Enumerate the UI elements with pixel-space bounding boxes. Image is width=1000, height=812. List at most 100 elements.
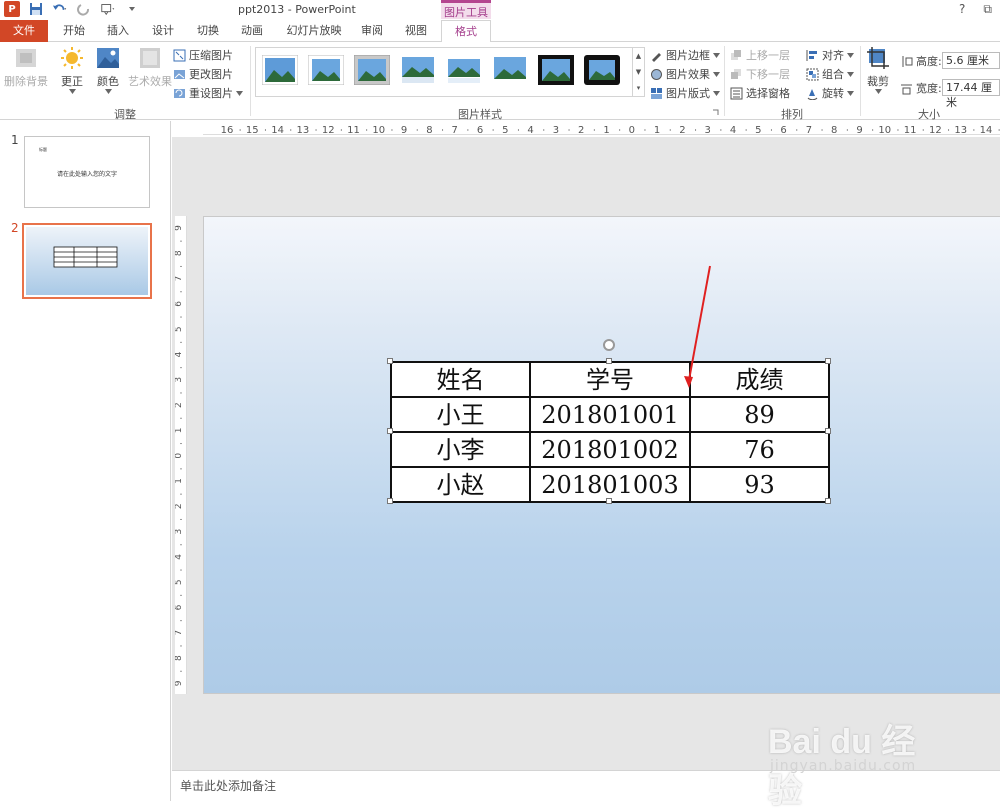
table-cell: 201801002 [529,431,691,468]
resize-handle-top-right[interactable] [825,358,831,364]
ruler-label: 14 [271,125,284,135]
picture-style-thumb[interactable] [492,55,528,85]
reset-picture-button[interactable]: 重设图片 [173,85,243,101]
color-button[interactable]: 颜色 [96,46,120,94]
ruler-label: 4 [527,125,533,135]
tab-review[interactable]: 审阅 [352,20,392,42]
more-icon[interactable]: ▾ [637,84,641,92]
redo-button[interactable] [76,1,92,17]
tab-view[interactable]: 视图 [396,20,436,42]
ruler-label: 9 [175,680,184,686]
tab-file[interactable]: 文件 [0,20,48,42]
restore-button[interactable]: ⧉ [983,2,992,17]
picture-style-thumb[interactable] [584,55,620,85]
selection-pane-button[interactable]: 选择窗格 [730,85,790,101]
remove-background-icon [16,49,36,67]
crop-button[interactable]: 裁剪 [866,46,890,94]
tab-transitions[interactable]: 切换 [187,20,229,42]
ruler-tick [593,129,595,131]
chevron-up-icon[interactable]: ▲ [636,52,641,60]
ruler-tick [669,129,671,131]
layout-icon [651,87,662,99]
corrections-button[interactable]: 更正 [60,46,84,94]
resize-handle-top[interactable] [606,358,612,364]
table-cell: 小王 [390,396,531,433]
ruler-tick [973,129,975,131]
slide-thumbnail-1[interactable]: 标题 请在此处输入您的文字 [24,136,150,208]
ruler-tick [180,367,182,369]
group-label-size: 大小 [918,108,940,121]
ruler-label: 10 [372,125,385,135]
vertical-ruler: 9 8 7 6 5 4 3 2 1 0 1 2 3 4 5 6 7 8 9 [174,216,187,698]
gallery-scroll[interactable]: ▲ ▼ ▾ [632,48,644,96]
picture-style-thumb[interactable] [446,55,482,85]
ruler-label: 5 [755,125,761,135]
remove-background-button[interactable]: 删除背景 [4,46,48,89]
ruler-label: 12 [929,125,942,135]
picture-styles-gallery[interactable]: ▲ ▼ ▾ [255,47,645,97]
change-picture-icon [174,69,185,79]
slide-thumbnail-2[interactable] [22,223,152,299]
ruler-label: 2 [679,125,685,135]
picture-style-thumb[interactable] [308,55,344,85]
rotation-handle[interactable] [603,339,615,351]
reset-picture-icon [174,88,185,98]
rotate-button[interactable]: 旋转 [806,85,854,101]
ruler-tick [619,129,621,131]
group-button[interactable]: 组合 [806,66,854,82]
save-button[interactable] [28,1,44,17]
table-cell: 76 [689,431,830,468]
vertical-ruler-marks: 9 8 7 6 5 4 3 2 1 0 1 2 3 4 5 6 7 8 9 [174,225,184,698]
help-button[interactable]: ? [959,2,965,17]
ruler-tick [180,620,182,622]
resize-handle-left[interactable] [387,428,393,434]
picture-effects-button[interactable]: 图片效果 [650,66,720,82]
picture-style-thumb[interactable] [538,55,574,85]
ruler-label: 13 [297,125,310,135]
thumb-background [26,227,148,295]
customize-qat-button[interactable] [124,1,140,17]
picture-layout-button[interactable]: 图片版式 [650,85,720,101]
ruler-tick [897,129,899,131]
picture-style-thumb[interactable] [262,55,298,85]
tab-slideshow[interactable]: 幻灯片放映 [279,20,349,42]
start-from-beginning-button[interactable] [100,1,116,17]
ruler-tick [543,129,545,131]
tab-design[interactable]: 设计 [142,20,184,42]
bring-forward-button[interactable]: 上移一层 [730,47,790,63]
ruler-tick [180,468,182,470]
tab-insert[interactable]: 插入 [98,20,138,42]
ruler-label: 3 [175,377,184,383]
artistic-effects-button[interactable]: 艺术效果 [128,46,172,89]
tab-format[interactable]: 格式 [441,20,491,43]
chevron-down-icon[interactable]: ▼ [636,68,641,76]
tab-home[interactable]: 开始 [52,20,96,42]
picture-style-thumb[interactable] [354,55,390,85]
resize-handle-bottom-right[interactable] [825,498,831,504]
ruler-label: 5 [175,579,184,585]
dialog-launcher-icon[interactable] [712,109,719,116]
resize-handle-bottom-left[interactable] [387,498,393,504]
resize-handle-bottom[interactable] [606,498,612,504]
resize-handle-top-left[interactable] [387,358,393,364]
picture-border-button[interactable]: 图片边框 [650,47,720,63]
resize-handle-right[interactable] [825,428,831,434]
tab-animations[interactable]: 动画 [231,20,273,42]
effects-icon [651,68,662,80]
redo-icon [77,4,89,16]
send-backward-button[interactable]: 下移一层 [730,66,790,82]
height-input[interactable]: 5.6 厘米 [942,52,1000,69]
ruler-label: 5 [175,326,184,332]
width-input[interactable]: 17.44 厘米 [942,79,1000,109]
compress-pictures-button[interactable]: 压缩图片 [173,47,233,63]
ribbon-tabs: 文件 开始 插入 设计 切换 动画 幻灯片放映 审阅 视图 格式 [0,20,1000,43]
ruler-label: 7 [175,630,184,636]
align-button[interactable]: 对齐 [806,47,854,63]
undo-button[interactable] [52,1,68,17]
table-picture[interactable]: 姓名 学号 成绩 小王 201801001 89 小李 201801002 76… [390,361,830,503]
change-picture-button[interactable]: 更改图片 [173,66,233,82]
ruler-label: 0 [175,453,184,459]
picture-style-thumb[interactable] [400,55,436,85]
ruler-label: 6 [175,604,184,610]
undo-icon [52,4,67,11]
